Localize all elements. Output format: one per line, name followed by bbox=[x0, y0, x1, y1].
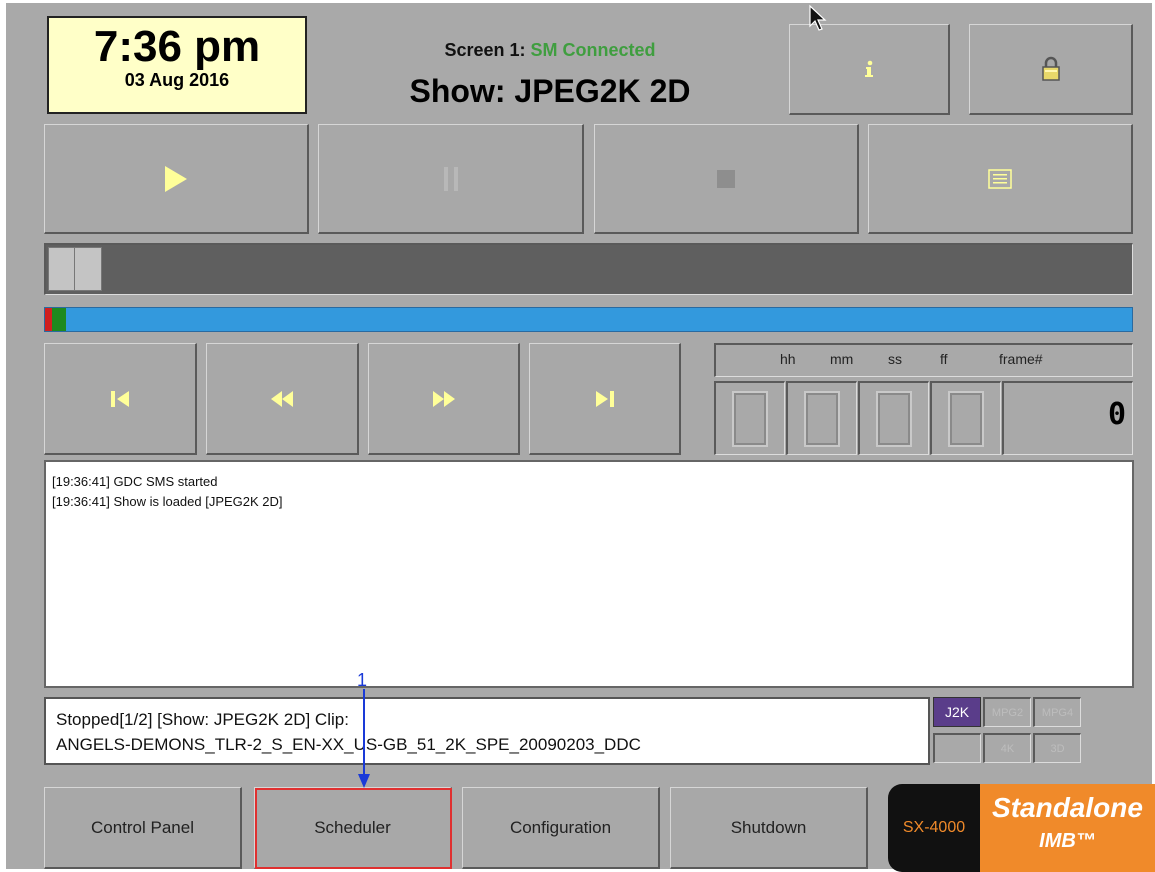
format-3d: 3D bbox=[1033, 733, 1081, 763]
progress-green-marker bbox=[52, 308, 66, 331]
rewind-button[interactable] bbox=[206, 343, 359, 455]
timecode-header-mm: mm bbox=[830, 351, 854, 367]
format-empty-slot bbox=[933, 733, 981, 763]
rewind-icon bbox=[271, 390, 293, 407]
play-button[interactable] bbox=[44, 124, 309, 234]
annotation-highlight bbox=[255, 788, 452, 869]
skip-back-button[interactable] bbox=[44, 343, 197, 455]
connection-status: SM Connected bbox=[530, 40, 656, 60]
timecode-header-frame: frame# bbox=[999, 351, 1043, 367]
timecode-ss bbox=[858, 381, 929, 455]
progress-bar bbox=[44, 307, 1133, 332]
lock-button[interactable] bbox=[969, 24, 1133, 115]
fast-forward-icon bbox=[432, 390, 455, 407]
status-line-2: ANGELS-DEMONS_TLR-2_S_EN-XX_US-GB_51_2K_… bbox=[56, 735, 641, 754]
info-button[interactable] bbox=[789, 24, 950, 115]
brand-model: SX-4000 bbox=[888, 784, 980, 872]
format-mpg4: MPG4 bbox=[1033, 697, 1081, 727]
format-j2k: J2K bbox=[933, 697, 981, 727]
screen-label: Screen 1: bbox=[444, 40, 526, 60]
timecode-header-ss: ss bbox=[888, 351, 902, 367]
frame-number: 0 bbox=[1107, 397, 1126, 432]
digit-ff bbox=[948, 390, 984, 447]
clock-date: 03 Aug 2016 bbox=[124, 70, 230, 90]
timecode-display: hh mm ss ff frame# 0 bbox=[714, 343, 1133, 455]
pause-button[interactable] bbox=[318, 124, 584, 234]
control-panel-button[interactable]: Control Panel bbox=[44, 787, 242, 869]
brand-logo: SX-4000 Standalone IMB™ bbox=[888, 784, 1155, 872]
show-title: Show: JPEG2K 2D bbox=[409, 73, 691, 109]
timeline-slider[interactable] bbox=[44, 243, 1133, 295]
brand-line-2: IMB™ bbox=[1039, 830, 1096, 852]
list-icon bbox=[988, 168, 1012, 189]
status-line-1: Stopped[1/2] [Show: JPEG2K 2D] Clip: bbox=[56, 710, 349, 729]
clock-display: 7:36 pm 03 Aug 2016 bbox=[47, 16, 307, 114]
handle-divider bbox=[74, 248, 75, 290]
brand-panel: Standalone IMB™ bbox=[980, 784, 1155, 872]
play-icon bbox=[165, 165, 187, 192]
timecode-ff bbox=[930, 381, 1001, 455]
stop-icon bbox=[717, 169, 735, 188]
playback-status: Stopped[1/2] [Show: JPEG2K 2D] Clip: ANG… bbox=[44, 697, 930, 765]
annotation-arrow bbox=[358, 689, 370, 788]
log-line: [19:36:41] GDC SMS started bbox=[52, 474, 218, 489]
format-4k: 4K bbox=[983, 733, 1031, 763]
stop-button[interactable] bbox=[594, 124, 859, 234]
timecode-frame: 0 bbox=[1002, 381, 1133, 455]
digit-ss bbox=[876, 390, 912, 447]
digit-mm bbox=[804, 390, 840, 447]
timecode-header-ff: ff bbox=[940, 351, 948, 367]
pause-icon bbox=[443, 166, 458, 191]
brand-line-1: Standalone bbox=[992, 792, 1143, 823]
log-panel[interactable]: [19:36:41] GDC SMS started [19:36:41] Sh… bbox=[44, 460, 1134, 688]
timecode-header bbox=[714, 343, 1133, 377]
lock-icon bbox=[1041, 56, 1060, 81]
mouse-cursor-icon bbox=[809, 4, 827, 31]
timecode-header-hh: hh bbox=[780, 351, 796, 367]
timecode-hh bbox=[714, 381, 785, 455]
timecode-mm bbox=[786, 381, 857, 455]
skip-back-icon bbox=[111, 390, 129, 407]
format-indicators: J2K MPG2 MPG4 4K 3D bbox=[933, 697, 1133, 767]
fast-forward-button[interactable] bbox=[368, 343, 520, 455]
shutdown-button[interactable]: Shutdown bbox=[670, 787, 868, 869]
timeline-handle[interactable] bbox=[48, 247, 102, 291]
playlist-button[interactable] bbox=[868, 124, 1133, 234]
configuration-button[interactable]: Configuration bbox=[462, 787, 660, 869]
skip-forward-button[interactable] bbox=[529, 343, 681, 455]
screen-status: Screen 1: SM Connected bbox=[320, 40, 780, 61]
format-mpg2: MPG2 bbox=[983, 697, 1031, 727]
skip-forward-icon bbox=[595, 390, 614, 407]
info-icon bbox=[865, 60, 873, 77]
clock-time: 7:36 pm bbox=[93, 22, 261, 71]
progress-red-marker bbox=[45, 308, 52, 331]
log-line: [19:36:41] Show is loaded [JPEG2K 2D] bbox=[52, 494, 283, 509]
digit-hh bbox=[732, 390, 768, 447]
